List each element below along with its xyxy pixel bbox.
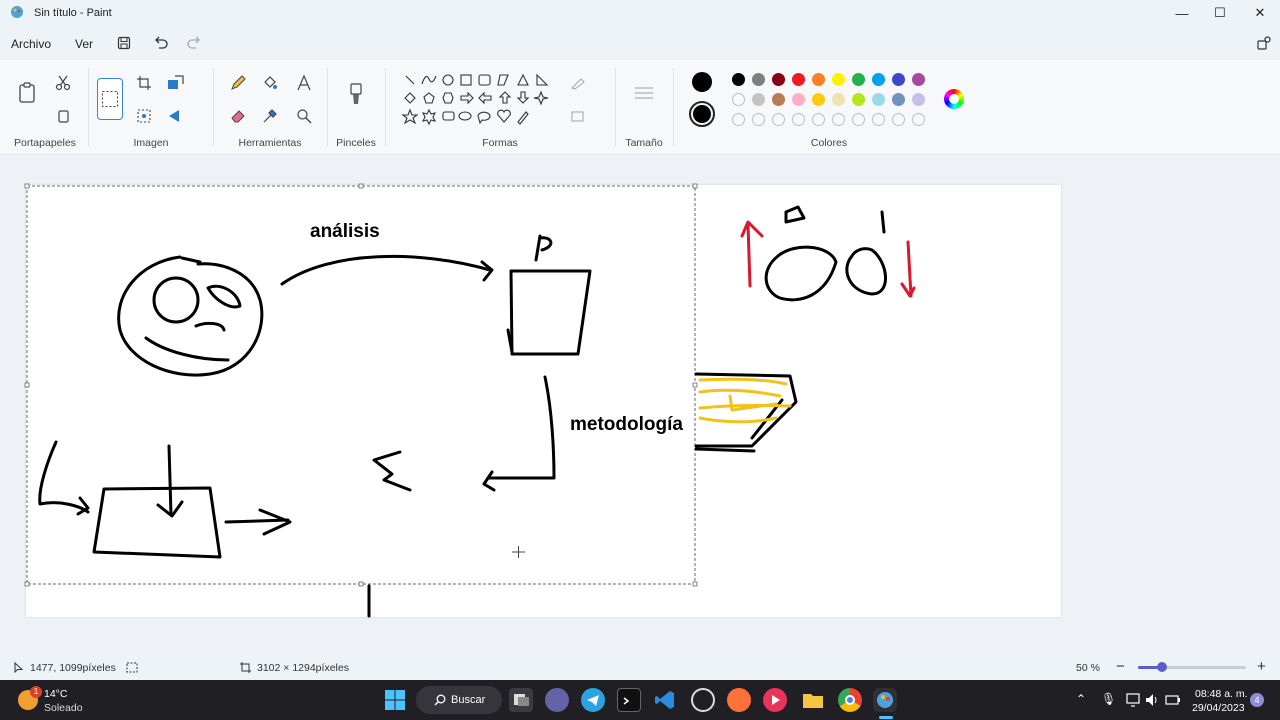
microphone-icon[interactable]: 🎙 [1101,692,1116,706]
telegram-icon[interactable] [581,688,605,712]
canvas-text-metodologia: metodología [570,414,683,435]
canvas-text-analisis: análisis [310,221,380,242]
chevron-up-icon[interactable]: ⌃ [1076,692,1086,706]
crosshair-cursor [512,546,525,558]
terminal-icon[interactable] [617,688,641,712]
selection-box[interactable] [26,185,696,585]
zoom-level: 50 % [1076,662,1100,674]
status-bar: 1477, 1099píxeles 3102 × 1294píxeles 50 … [0,654,1280,680]
pointer-icon [14,662,24,673]
taskbar: 1 14°C Soleado Buscar ⌃ 🎙 08:48 a. m. 29… [0,680,1280,720]
active-app-indicator [879,716,893,719]
task-view-icon[interactable] [509,688,533,712]
zoom-in-icon[interactable]: + [1257,658,1266,675]
obs-icon[interactable] [691,688,715,712]
weather-temp: 14°C [44,688,68,700]
zoom-slider[interactable] [1138,662,1246,672]
cursor-position: 1477, 1099píxeles [30,662,116,674]
battery-icon[interactable] [1165,693,1181,707]
file-explorer-icon[interactable] [801,688,825,712]
selection-size-icon [126,662,138,673]
search-icon [434,694,446,706]
black-strokes [38,205,887,618]
weather-badge: 1 [30,686,42,698]
chrome-icon[interactable] [838,688,862,712]
yellow-strokes [698,377,792,424]
notification-badge[interactable]: 4 [1250,693,1264,707]
network-icon[interactable] [1126,693,1140,707]
vscode-icon[interactable] [653,688,677,712]
start-icon[interactable] [383,688,407,712]
search-label: Buscar [451,694,486,706]
chat-icon[interactable] [545,688,569,712]
search-box[interactable]: Buscar [416,686,502,714]
zoom-slider-thumb[interactable] [1157,662,1167,672]
canvas-drawing [24,183,916,618]
clock-time[interactable]: 08:48 a. m. [1195,688,1248,700]
firefox-icon[interactable] [727,688,751,712]
paint-taskbar-icon[interactable] [873,688,897,712]
selection-handles[interactable] [24,183,698,587]
canvas-size-icon [240,662,251,673]
clock-date[interactable]: 29/04/2023 [1192,702,1245,714]
weather-icon[interactable]: 1 [18,686,42,710]
media-player-icon[interactable] [763,688,787,712]
zoom-out-icon[interactable]: − [1116,658,1125,675]
canvas-size: 3102 × 1294píxeles [257,662,349,674]
volume-icon[interactable] [1145,693,1159,707]
weather-desc: Soleado [44,702,83,714]
